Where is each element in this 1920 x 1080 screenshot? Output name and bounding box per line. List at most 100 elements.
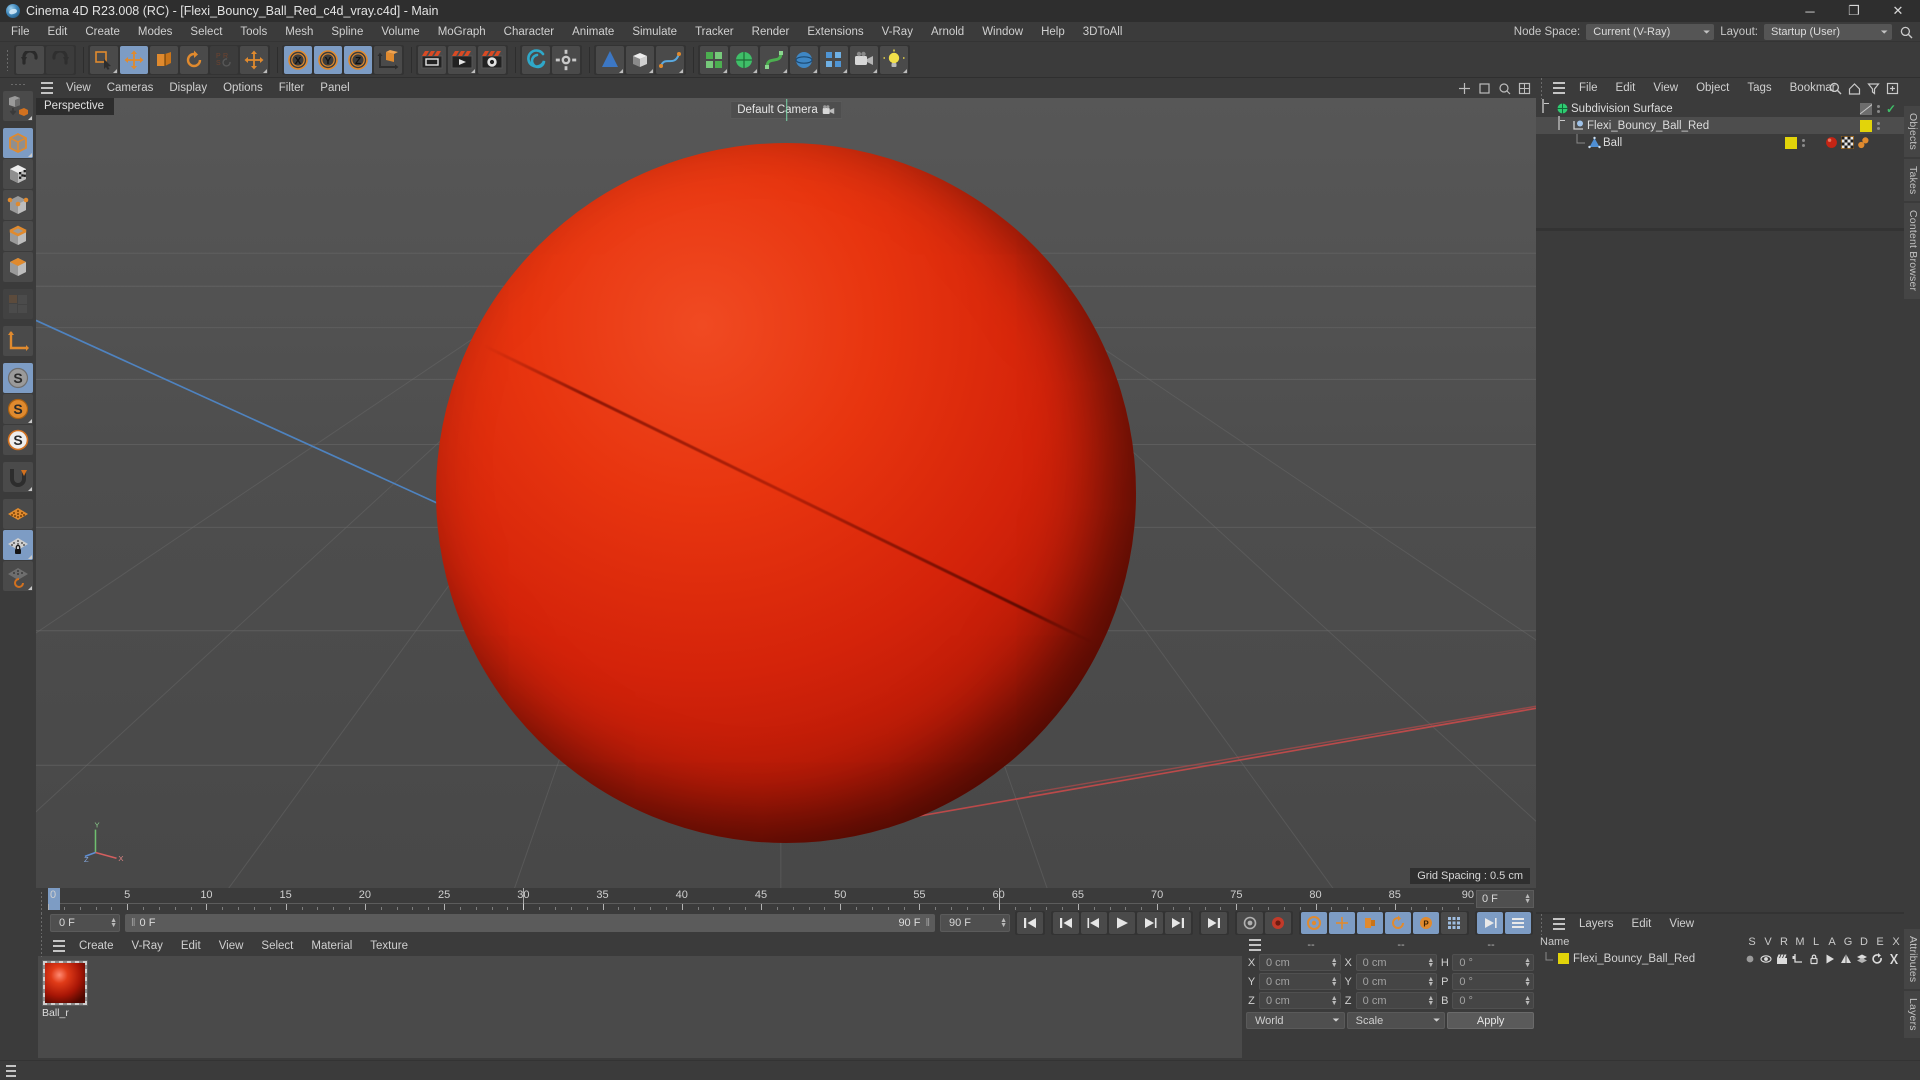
light-button[interactable] xyxy=(880,45,908,74)
no-layer-chip[interactable] xyxy=(1860,102,1872,115)
uv-mode-button[interactable] xyxy=(3,289,33,319)
menu-modes[interactable]: Modes xyxy=(129,22,182,42)
timeline-view-button[interactable] xyxy=(1477,912,1503,934)
scale-key-button[interactable] xyxy=(1357,912,1383,934)
snap-settings-button[interactable]: S xyxy=(3,394,33,424)
viewport-maximize-icon[interactable] xyxy=(1516,80,1532,96)
layer-toggle-g[interactable] xyxy=(1840,953,1856,965)
position-y-field[interactable]: 0 cm ▲ ▼ xyxy=(1259,973,1341,990)
material-list[interactable]: Ball_r xyxy=(38,956,1242,1058)
go-to-next-frame-button[interactable] xyxy=(1137,912,1163,934)
live-selection-button[interactable] xyxy=(90,45,118,74)
layer-toggle-x[interactable] xyxy=(1888,953,1904,965)
autokeying-button[interactable] xyxy=(1265,912,1291,934)
viewport-scale-icon[interactable] xyxy=(1476,80,1492,96)
lock-workplane-button[interactable] xyxy=(3,530,33,560)
rotation-key-button[interactable] xyxy=(1385,912,1411,934)
add-primitive-button[interactable] xyxy=(596,45,624,74)
layer-toggle-m[interactable] xyxy=(1792,953,1808,965)
material-menu-v-ray[interactable]: V-Ray xyxy=(123,936,172,956)
magnet-button[interactable] xyxy=(3,462,33,492)
rotation-p-field[interactable]: 0 ° ▲ ▼ xyxy=(1452,973,1535,990)
viewport[interactable]: Perspective Default Camera Y X Z Grid Sp… xyxy=(36,98,1536,888)
layer-column-d[interactable]: D xyxy=(1856,936,1872,948)
object-menu-file[interactable]: File xyxy=(1570,78,1607,98)
tab-objects[interactable]: Objects xyxy=(1904,106,1920,157)
spinner-icon[interactable]: ▲ ▼ xyxy=(1524,995,1531,1007)
layer-toggle-l[interactable] xyxy=(1808,953,1824,965)
phong-tag[interactable] xyxy=(1857,136,1870,149)
size-x-field[interactable]: 0 cm ▲ ▼ xyxy=(1355,954,1438,971)
go-to-end-button[interactable] xyxy=(1201,912,1227,934)
subdivision-surface-button[interactable] xyxy=(730,45,758,74)
vray-settings-button[interactable] xyxy=(552,45,580,74)
object-row[interactable]: Flexi_Bouncy_Ball_Red xyxy=(1536,116,1904,134)
viewport-menu-display[interactable]: Display xyxy=(161,78,215,98)
layer-menu-layers[interactable]: Layers xyxy=(1570,914,1623,934)
viewport-hamburger-icon[interactable] xyxy=(36,79,58,97)
tab-layers[interactable]: Layers xyxy=(1904,991,1920,1038)
menu-render[interactable]: Render xyxy=(743,22,799,42)
menu-tracker[interactable]: Tracker xyxy=(686,22,743,42)
size-z-field[interactable]: 0 cm ▲ ▼ xyxy=(1355,992,1438,1009)
object-menu-view[interactable]: View xyxy=(1644,78,1687,98)
menu-3dtoall[interactable]: 3DToAll xyxy=(1074,22,1132,42)
menu-v-ray[interactable]: V-Ray xyxy=(873,22,922,42)
render-view-button[interactable] xyxy=(418,45,446,74)
menu-spline[interactable]: Spline xyxy=(322,22,372,42)
position-x-field[interactable]: 0 cm ▲ ▼ xyxy=(1259,954,1341,971)
current-frame-field[interactable]: 0 F ▲ ▼ xyxy=(50,914,120,932)
layer-column-l[interactable]: L xyxy=(1808,936,1824,948)
material-menu-select[interactable]: Select xyxy=(252,936,302,956)
range-handle-left-icon[interactable]: ‖ xyxy=(131,917,135,929)
layer-toggle-r[interactable] xyxy=(1776,953,1792,965)
viewport-camera-label[interactable]: Default Camera xyxy=(730,99,842,121)
material-thumbnail[interactable] xyxy=(42,960,88,1006)
layer-column-g[interactable]: G xyxy=(1840,936,1856,948)
go-to-previous-frame-button[interactable] xyxy=(1081,912,1107,934)
deformer-button[interactable] xyxy=(760,45,788,74)
layer-toggle-v[interactable] xyxy=(1760,953,1776,965)
preview-range-slider[interactable]: ‖ 0 F 90 F ‖ xyxy=(125,914,935,932)
tab-takes[interactable]: Takes xyxy=(1904,159,1920,202)
play-button[interactable] xyxy=(1109,912,1135,934)
menu-volume[interactable]: Volume xyxy=(372,22,428,42)
param-key-button[interactable]: P xyxy=(1413,912,1439,934)
go-to-start-button[interactable] xyxy=(1017,912,1043,934)
redo-button[interactable] xyxy=(46,45,74,74)
material-drag-handle[interactable] xyxy=(38,932,46,960)
layer-color-chip[interactable] xyxy=(1785,136,1797,149)
layer-column-v[interactable]: V xyxy=(1760,936,1776,948)
viewport-menu-cameras[interactable]: Cameras xyxy=(99,78,162,98)
enable-snap-button[interactable]: S xyxy=(3,363,33,393)
spinner-icon[interactable]: ▲ ▼ xyxy=(1000,917,1007,929)
coordinate-hamburger-icon[interactable] xyxy=(1244,936,1266,954)
enabled-check-icon[interactable]: ✓ xyxy=(1884,102,1898,116)
axis-modify-button[interactable] xyxy=(3,326,33,356)
viewport-menu-panel[interactable]: Panel xyxy=(312,78,357,98)
layer-color-chip[interactable] xyxy=(1558,953,1569,964)
layer-column-e[interactable]: E xyxy=(1872,936,1888,948)
edges-mode-button[interactable] xyxy=(3,221,33,251)
menu-tools[interactable]: Tools xyxy=(231,22,276,42)
z-axis-lock-button[interactable]: Z xyxy=(344,45,372,74)
visibility-dots[interactable] xyxy=(1876,121,1880,130)
coordinate-system-select[interactable]: World ⏷ xyxy=(1246,1012,1345,1029)
tab-content-browser[interactable]: Content Browser xyxy=(1904,203,1920,299)
menu-edit[interactable]: Edit xyxy=(39,22,77,42)
spinner-icon[interactable]: ▲ ▼ xyxy=(1524,893,1531,905)
layer-manager-drag-handle[interactable] xyxy=(1538,910,1546,938)
layer-column-s[interactable]: S xyxy=(1744,936,1760,948)
menu-animate[interactable]: Animate xyxy=(563,22,623,42)
menu-select[interactable]: Select xyxy=(181,22,231,42)
material-menu-create[interactable]: Create xyxy=(70,936,123,956)
visibility-dots[interactable] xyxy=(1876,104,1880,113)
object-manager-hamburger-icon[interactable] xyxy=(1548,79,1570,97)
transform-mode-select[interactable]: Scale ⏷ xyxy=(1346,1012,1446,1029)
object-menu-tags[interactable]: Tags xyxy=(1738,78,1780,98)
layer-toggle-s[interactable] xyxy=(1744,953,1760,965)
viewport-menu-view[interactable]: View xyxy=(58,78,99,98)
layer-column-a[interactable]: A xyxy=(1824,936,1840,948)
minimize-button[interactable]: ─ xyxy=(1788,0,1832,22)
spinner-icon[interactable]: ▲ ▼ xyxy=(1427,976,1434,988)
